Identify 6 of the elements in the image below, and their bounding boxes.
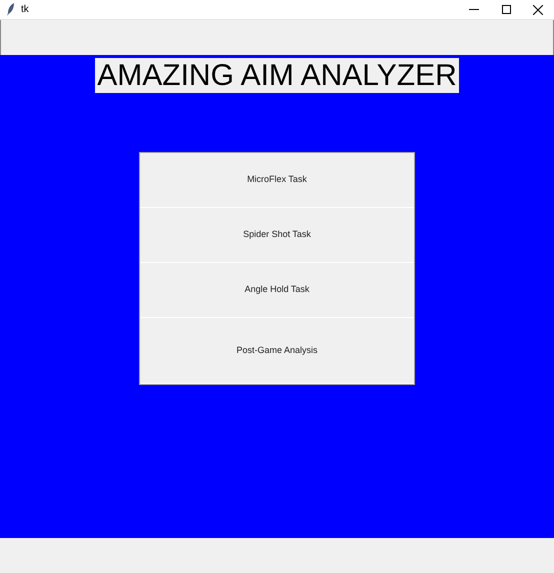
feather-icon — [7, 3, 15, 16]
minimize-icon — [469, 9, 479, 10]
close-icon — [533, 4, 543, 14]
maximize-icon — [502, 5, 510, 14]
window-title: tk — [21, 3, 29, 17]
app-heading: AMAZING AIM ANALYZER — [95, 58, 459, 93]
